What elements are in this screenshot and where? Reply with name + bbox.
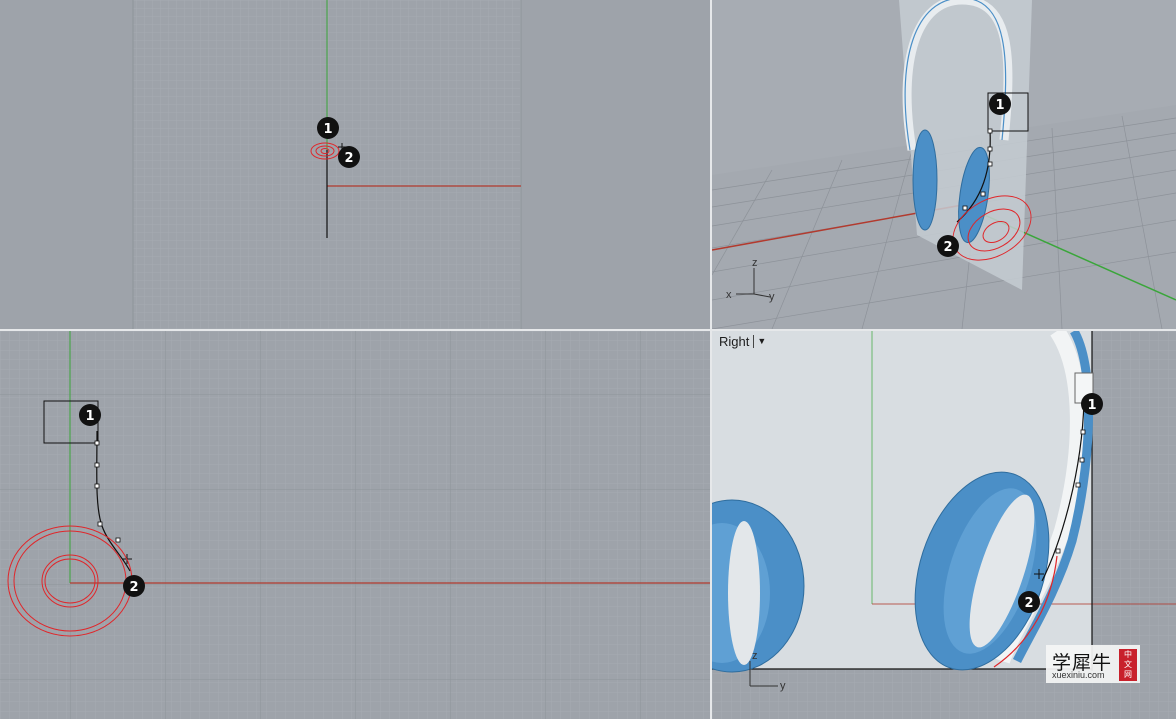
viewport-top[interactable]: 1 2: [0, 0, 710, 329]
viewport-perspective[interactable]: 1 2 z x y: [712, 0, 1176, 329]
viewport-title-text[interactable]: Right: [719, 334, 749, 349]
watermark-url: xuexiniu.com: [1052, 670, 1105, 680]
marker-2-label: 2: [344, 151, 353, 166]
perspective-canvas[interactable]: 1 2 z x y: [712, 0, 1176, 329]
axis-label-y: y: [769, 291, 775, 303]
marker-2-label: 2: [129, 580, 138, 595]
dropdown-arrow-icon[interactable]: ▼: [753, 335, 766, 348]
viewport-divider-vertical[interactable]: [710, 0, 712, 719]
axis-label-y: y: [780, 680, 786, 692]
front-canvas[interactable]: 1 2: [0, 331, 710, 719]
marker-1-label: 1: [1087, 398, 1096, 413]
viewport-front[interactable]: 1 2: [0, 331, 710, 719]
ear-cup-left: [912, 129, 938, 231]
marker-1-label: 1: [995, 98, 1004, 113]
watermark-seal: 中 文 网: [1119, 649, 1137, 681]
seal-char: 文: [1124, 660, 1132, 669]
grid-major: [0, 331, 710, 719]
axis-label-z: z: [752, 650, 758, 662]
top-canvas[interactable]: 1 2: [0, 0, 710, 329]
marker-1-label: 1: [85, 409, 94, 424]
watermark-logo: 学犀牛 xuexiniu.com 中 文 网: [1046, 645, 1140, 683]
marker-2-label: 2: [943, 240, 952, 255]
seal-char: 中: [1124, 650, 1132, 659]
seal-char: 网: [1124, 670, 1132, 679]
marker-2-label: 2: [1024, 596, 1033, 611]
viewport-title[interactable]: Right ▼: [719, 334, 766, 349]
viewport-divider-horizontal[interactable]: [0, 329, 1176, 331]
axis-label-x: x: [726, 289, 732, 301]
marker-1-label: 1: [323, 122, 332, 137]
axis-label-z: z: [752, 257, 758, 269]
